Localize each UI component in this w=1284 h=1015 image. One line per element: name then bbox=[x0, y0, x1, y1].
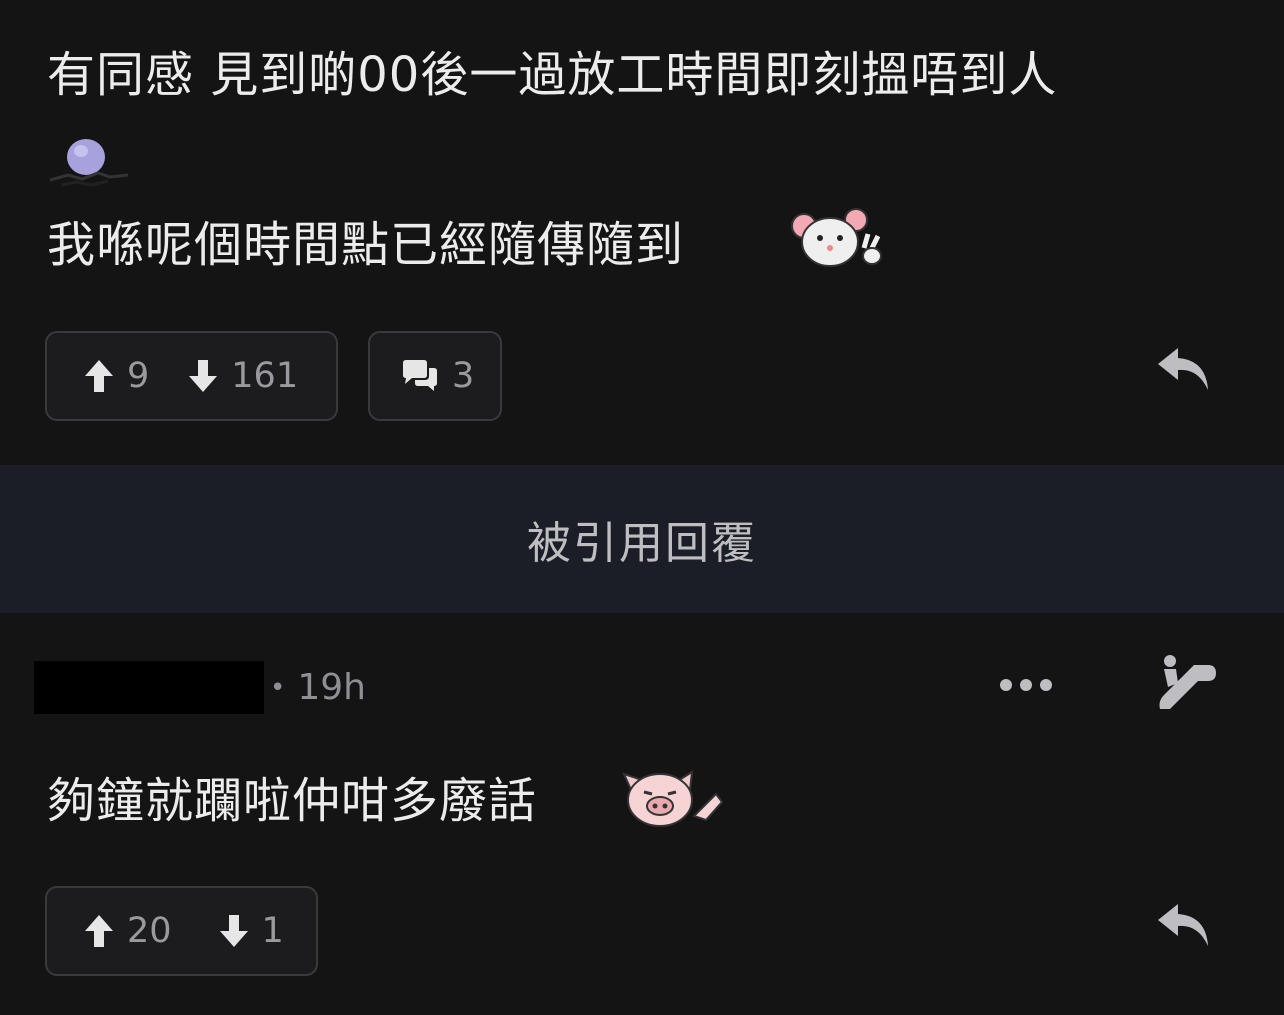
escalator-icon[interactable] bbox=[1156, 653, 1220, 713]
post-1: 有同感 見到啲00後一過放工時間即刻搵唔到人 我喺呢個時間點已經隨傳隨到 9 1… bbox=[0, 0, 1284, 465]
downvote-arrow-icon bbox=[189, 360, 218, 392]
upvote-button[interactable]: 9 bbox=[83, 356, 149, 396]
upvote-count-2: 20 bbox=[127, 911, 172, 951]
quoted-reply-bar[interactable]: 被引用回覆 bbox=[0, 465, 1284, 613]
white-mouse-sticker bbox=[790, 208, 888, 272]
comments-button[interactable]: 3 bbox=[368, 331, 502, 421]
upvote-count: 9 bbox=[127, 356, 150, 396]
vote-buttons: 9 161 bbox=[45, 331, 338, 421]
quoted-reply-label: 被引用回覆 bbox=[527, 518, 757, 569]
more-options-icon[interactable] bbox=[998, 675, 1054, 695]
reply-arrow-icon[interactable] bbox=[1156, 902, 1212, 950]
downvote-button-2[interactable]: 1 bbox=[218, 911, 284, 951]
reply-arrow-icon[interactable] bbox=[1156, 346, 1212, 394]
separator-dot: • bbox=[270, 672, 286, 703]
post-2-text: 夠鐘就躝啦仲咁多廢話 bbox=[47, 773, 538, 829]
upvote-button-2[interactable]: 20 bbox=[83, 911, 172, 951]
downvote-count-2: 1 bbox=[261, 911, 284, 951]
post-meta: • 19h bbox=[270, 661, 366, 714]
upvote-arrow-icon bbox=[85, 915, 113, 947]
downvote-arrow-icon bbox=[219, 915, 248, 947]
post-time: 19h bbox=[297, 667, 366, 708]
downvote-count: 161 bbox=[231, 356, 299, 396]
redacted-username bbox=[34, 661, 264, 714]
vote-buttons-2: 20 1 bbox=[45, 886, 318, 976]
upvote-arrow-icon bbox=[85, 360, 113, 392]
post-1-line-3: 我喺呢個時間點已經隨傳隨到 bbox=[47, 217, 685, 273]
post-1-line-1: 有同感 見到啲00後一過放工時間即刻搵唔到人 bbox=[47, 47, 1058, 103]
downvote-button[interactable]: 161 bbox=[187, 356, 298, 396]
comment-bubbles-icon bbox=[403, 360, 437, 391]
comment-count: 3 bbox=[452, 356, 475, 396]
post-2: • 19h 夠鐘就躝啦仲咁多廢話 20 1 bbox=[0, 613, 1284, 1015]
pink-pig-sticker bbox=[620, 768, 726, 830]
purple-ball-sticker bbox=[48, 135, 132, 191]
